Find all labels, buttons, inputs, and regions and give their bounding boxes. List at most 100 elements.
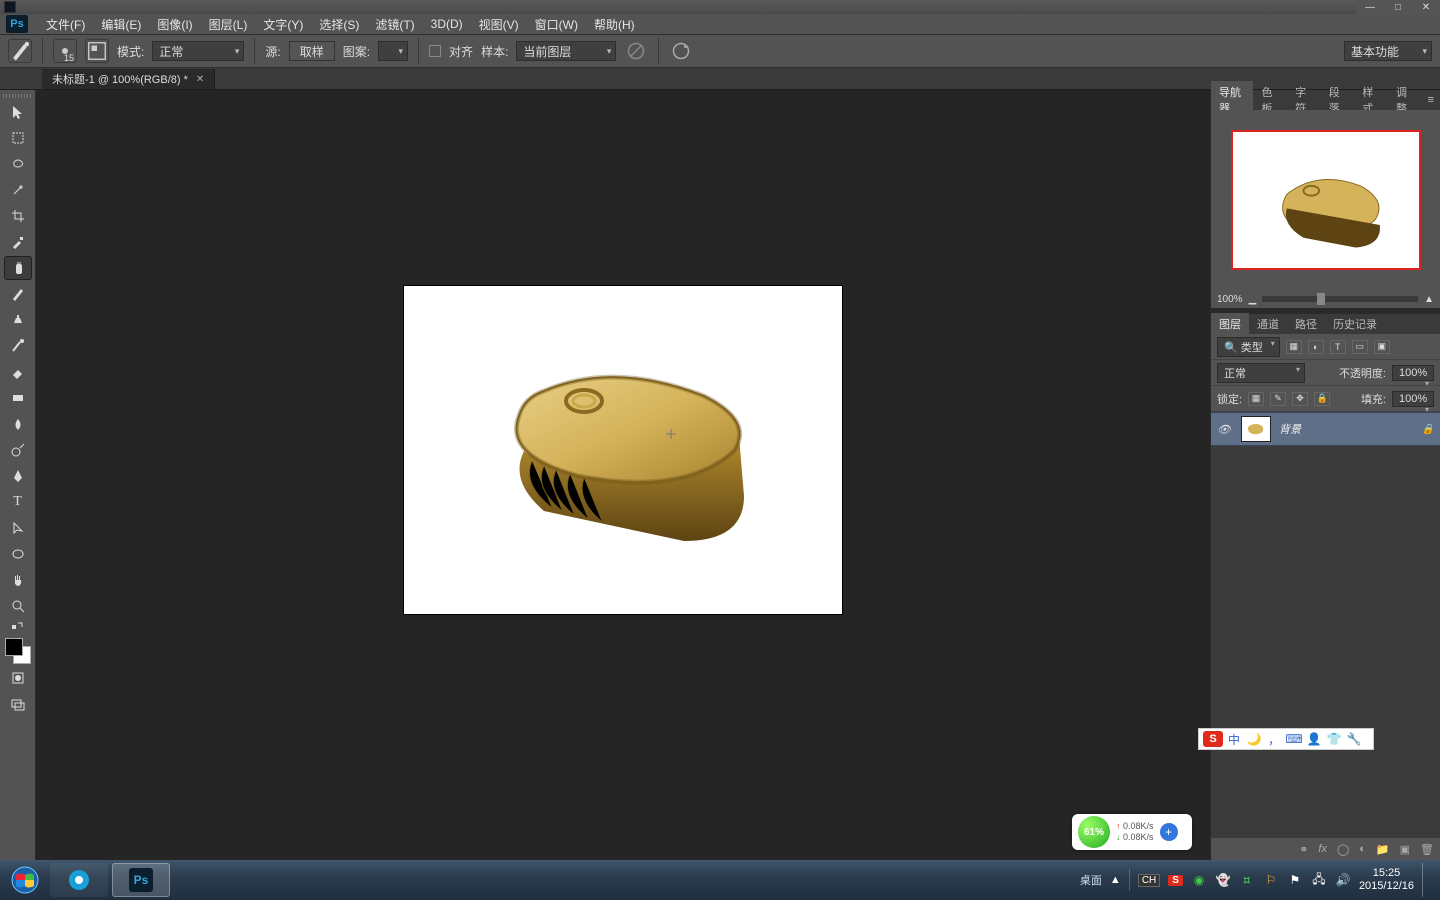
tray-up-icon[interactable]: ▲ [1110,874,1121,886]
start-button[interactable] [4,863,46,897]
opacity-dropdown[interactable]: 100% [1392,365,1434,381]
blend-mode-dropdown[interactable]: 正常 [152,41,244,61]
adjustment-icon[interactable]: ◐ [1359,843,1366,855]
new-layer-icon[interactable]: ▣ [1400,843,1410,856]
magic-wand-tool[interactable] [4,178,32,202]
color-swap-icon[interactable] [4,620,32,632]
tools-grip[interactable] [3,94,33,98]
tray-ghost-icon[interactable]: 👻 [1215,872,1231,888]
clone-stamp-tool[interactable] [4,308,32,332]
mask-icon[interactable]: ◯ [1337,843,1349,856]
history-brush-tool[interactable] [4,334,32,358]
menu-select[interactable]: 选择(S) [311,14,367,35]
screenmode-tool[interactable] [4,692,32,716]
path-select-tool[interactable] [4,516,32,540]
filter-adjust-icon[interactable]: ◐ [1308,340,1324,354]
source-sample-button[interactable]: 取样 [289,41,335,61]
layer-filter-dropdown[interactable]: 🔍 类型 [1217,337,1280,357]
lock-all-icon[interactable]: 🔒 [1314,392,1330,406]
quickmask-tool[interactable] [4,666,32,690]
layer-list[interactable]: 👁 背景 🔒 [1211,412,1440,838]
sogou-icon[interactable]: S [1203,731,1223,747]
brush-preview-icon[interactable]: 15 [53,39,77,63]
ime-keyboard-icon[interactable]: ⌨ [1285,731,1303,747]
ime-skin-icon[interactable]: 👕 [1325,731,1343,747]
show-desktop-button[interactable] [1422,863,1430,897]
navigator-thumbnail[interactable] [1231,130,1421,270]
color-swatches[interactable] [5,638,31,664]
tab-close-icon[interactable]: ✕ [196,74,204,85]
delete-layer-icon[interactable]: 🗑 [1420,843,1434,856]
close-button[interactable]: ✕ [1412,0,1440,14]
menu-layer[interactable]: 图层(L) [201,14,256,35]
blur-tool[interactable] [4,412,32,436]
tray-usb-icon[interactable]: ⯏ [1239,872,1255,888]
zoom-out-icon[interactable]: ▁ [1249,294,1257,305]
menu-window[interactable]: 窗口(W) [527,14,586,35]
lock-paint-icon[interactable]: ✎ [1270,392,1286,406]
link-layers-icon[interactable]: ⚭ [1299,843,1308,856]
marquee-tool[interactable] [4,126,32,150]
shape-tool[interactable] [4,542,32,566]
pattern-dropdown[interactable] [378,41,408,61]
minimize-button[interactable]: — [1356,0,1384,14]
taskbar-app-photoshop[interactable]: Ps [112,863,170,897]
document-tab[interactable]: 未标题-1 @ 100%(RGB/8) * ✕ [42,69,215,89]
menu-image[interactable]: 图像(I) [149,14,200,35]
show-desktop-label[interactable]: 桌面 [1080,872,1102,888]
ime-toolbar[interactable]: S 中 🌙 ， ⌨ 👤 👕 🔧 [1198,728,1374,750]
workspace-dropdown[interactable]: 基本功能 [1344,41,1432,61]
tray-lang[interactable]: CH [1138,874,1160,887]
eraser-tool[interactable] [4,360,32,384]
menu-view[interactable]: 视图(V) [471,14,527,35]
gradient-tool[interactable] [4,386,32,410]
menu-3d[interactable]: 3D(D) [423,15,471,33]
healing-brush-tool[interactable] [4,256,32,280]
lasso-tool[interactable] [4,152,32,176]
panel-menu-icon[interactable]: ≡ [1422,92,1440,108]
layer-blend-dropdown[interactable]: 正常 [1217,363,1305,383]
ime-person-icon[interactable]: 👤 [1305,731,1323,747]
layer-lock-icon[interactable]: 🔒 [1422,424,1434,435]
visibility-icon[interactable]: 👁 [1217,423,1233,436]
tab-layers[interactable]: 图层 [1211,313,1249,335]
filter-smart-icon[interactable]: ▣ [1374,340,1390,354]
zoom-tool[interactable] [4,594,32,618]
menu-help[interactable]: 帮助(H) [586,14,643,35]
tray-sogou-icon[interactable]: S [1168,875,1183,886]
lock-move-icon[interactable]: ✥ [1292,392,1308,406]
ime-moon-icon[interactable]: 🌙 [1245,731,1263,747]
layer-thumbnail[interactable] [1241,416,1271,442]
filter-shape-icon[interactable]: ▭ [1352,340,1368,354]
tool-preset-icon[interactable] [8,39,32,63]
ime-punct-icon[interactable]: ， [1265,731,1283,747]
fx-icon[interactable]: fx [1318,843,1327,855]
canvas-stage[interactable] [36,90,1210,860]
tray-360-icon[interactable]: ◉ [1191,872,1207,888]
brush-panel-icon[interactable] [85,39,109,63]
move-tool[interactable] [4,100,32,124]
fill-dropdown[interactable]: 100% [1392,391,1434,407]
zoom-slider[interactable] [1262,296,1418,302]
tray-network-icon[interactable]: 🖧 [1311,872,1327,888]
lock-trans-icon[interactable]: ▦ [1248,392,1264,406]
group-icon[interactable]: 📁 [1376,843,1390,856]
ignore-adjust-icon[interactable] [624,39,648,63]
tab-channels[interactable]: 通道 [1249,313,1287,335]
hand-tool[interactable] [4,568,32,592]
brush-tool[interactable] [4,282,32,306]
layer-item-background[interactable]: 👁 背景 🔒 [1211,412,1440,446]
tab-history[interactable]: 历史记录 [1325,313,1385,335]
menu-filter[interactable]: 滤镜(T) [367,14,422,35]
filter-pixel-icon[interactable]: ▦ [1286,340,1302,354]
widget-plus-icon[interactable]: + [1160,823,1178,841]
tray-flag-icon[interactable]: ⚑ [1287,872,1303,888]
sample-dropdown[interactable]: 当前图层 [516,41,616,61]
tray-pin-icon[interactable]: ⚐ [1263,872,1279,888]
tab-paths[interactable]: 路径 [1287,313,1325,335]
system-monitor-widget[interactable]: 61% 0.08K/s 0.08K/s + [1072,814,1192,850]
filter-type-icon[interactable]: T [1330,340,1346,354]
type-tool[interactable]: T [4,490,32,514]
align-checkbox[interactable] [429,45,441,57]
document-canvas[interactable] [404,286,842,614]
